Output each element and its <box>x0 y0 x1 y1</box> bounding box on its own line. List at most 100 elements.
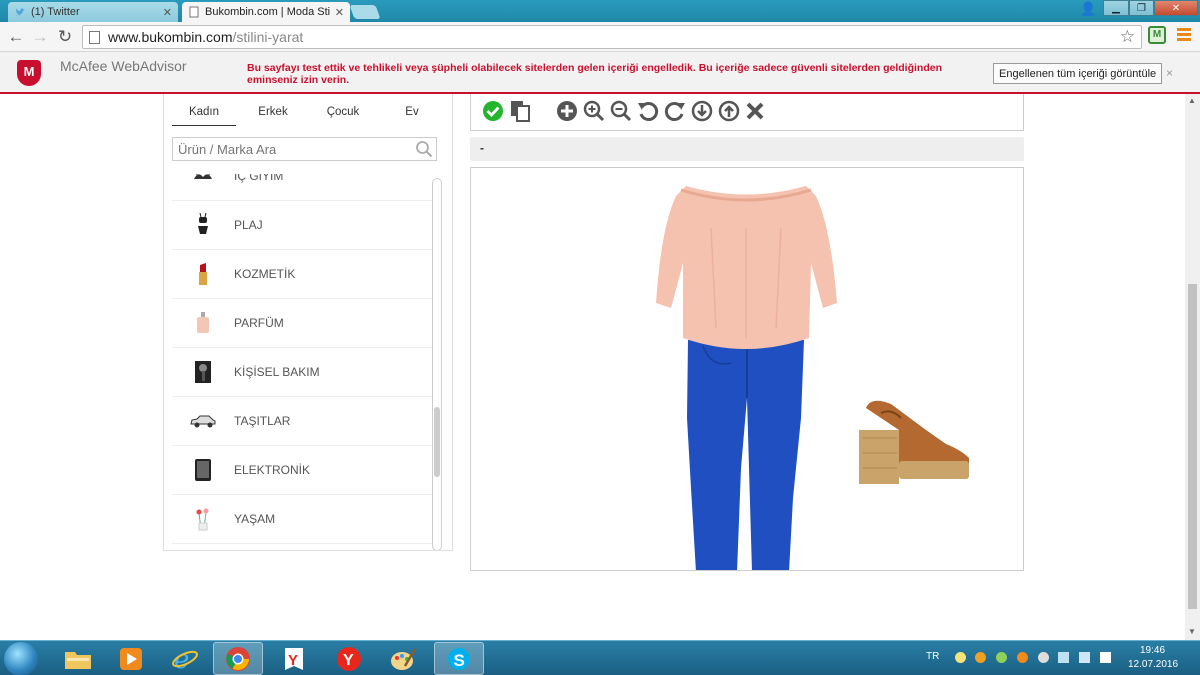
user-icon[interactable]: 👤 <box>1080 1 1096 17</box>
search-box <box>172 137 437 161</box>
tab-cocuk[interactable]: Çocuk <box>311 104 375 126</box>
list-item[interactable]: PARFÜM <box>172 299 432 348</box>
extension-icon[interactable]: M <box>1148 26 1166 44</box>
rotate-right-icon[interactable] <box>664 100 686 122</box>
mcafee-brand: McAfee WebAdvisor <box>60 58 187 74</box>
list-item[interactable]: ELEKTRONİK <box>172 446 432 495</box>
lingerie-icon <box>190 174 216 189</box>
tab-erkek[interactable]: Erkek <box>241 104 305 126</box>
mcafee-message: Bu sayfayı test ettik ve tehlikeli veya … <box>247 62 943 86</box>
list-item[interactable]: PLAJ <box>172 201 432 250</box>
search-input[interactable] <box>178 141 408 157</box>
explorer-icon[interactable] <box>53 642 103 675</box>
tablet-icon <box>190 457 216 483</box>
search-icon[interactable] <box>415 140 433 158</box>
mcafee-warning-bar: M McAfee WebAdvisor Bu sayfayı test etti… <box>0 52 1200 94</box>
check-icon[interactable] <box>482 100 504 122</box>
category-list: İÇ GİYİM PLAJ KOZMETİK PARFÜM KİŞİSEL BA… <box>172 174 432 550</box>
tab-bukombin[interactable]: Bukombin.com | Moda Sti ✕ <box>182 2 350 22</box>
scrollbar-thumb[interactable] <box>434 407 440 477</box>
perfume-icon <box>190 310 216 336</box>
bookmark-star-icon[interactable]: ☆ <box>1120 27 1135 47</box>
network-icon[interactable] <box>1058 652 1069 663</box>
browser-toolbar: ← → ↻ www.bukombin.com/stilini-yarat ☆ <box>0 22 1200 52</box>
svg-text:Y: Y <box>343 652 354 669</box>
move-up-icon[interactable] <box>718 100 740 122</box>
tab-ev[interactable]: Ev <box>380 104 444 126</box>
close-tab-icon[interactable]: ✕ <box>335 6 344 19</box>
tab-twitter[interactable]: (1) Twitter ✕ <box>8 2 178 22</box>
jeans-item[interactable] <box>687 340 804 571</box>
delete-icon[interactable] <box>744 100 766 122</box>
list-item[interactable]: KİŞİSEL BAKIM <box>172 348 432 397</box>
add-icon[interactable] <box>556 100 578 122</box>
skype-icon[interactable]: S <box>434 642 484 675</box>
outfit-caption[interactable]: - <box>470 137 1024 161</box>
category-label: KOZMETİK <box>234 267 296 281</box>
category-label: YAŞAM <box>234 512 276 526</box>
category-scrollbar[interactable] <box>432 178 442 550</box>
language-indicator[interactable]: TR <box>926 651 939 662</box>
yandex-icon[interactable]: Y <box>324 642 374 675</box>
chrome-icon[interactable] <box>213 642 263 675</box>
tray-app-icon[interactable] <box>996 652 1007 663</box>
action-center-flag-icon[interactable] <box>1100 652 1111 663</box>
close-window-button[interactable]: ✕ <box>1154 0 1198 16</box>
copy-icon[interactable] <box>509 100 531 122</box>
tray-app-icon[interactable] <box>1017 652 1028 663</box>
page-scrollbar[interactable]: ▲ ▼ <box>1185 94 1200 640</box>
editor-toolbar <box>470 94 1024 131</box>
media-player-icon[interactable] <box>106 642 156 675</box>
tray-app-icon[interactable] <box>975 652 986 663</box>
svg-text:S: S <box>454 651 465 670</box>
close-tab-icon[interactable]: ✕ <box>163 6 172 19</box>
move-down-icon[interactable] <box>691 100 713 122</box>
maximize-button[interactable]: ❐ <box>1129 0 1154 16</box>
page-icon <box>89 30 100 44</box>
forward-arrow-icon[interactable]: → <box>30 27 50 47</box>
sandal-item[interactable] <box>859 400 969 484</box>
address-bar[interactable]: www.bukombin.com/stilini-yarat ☆ <box>82 25 1142 49</box>
paint-icon[interactable] <box>378 642 428 675</box>
car-icon <box>190 408 216 434</box>
outfit-canvas[interactable] <box>470 167 1024 571</box>
hair-dryer-icon <box>190 359 216 385</box>
start-button[interactable] <box>4 642 38 675</box>
tab-kadin[interactable]: Kadın <box>172 104 236 126</box>
back-arrow-icon[interactable]: ← <box>6 27 26 47</box>
url-path: /stilini-yarat <box>232 29 304 45</box>
minimize-button[interactable]: ▁ <box>1103 0 1129 16</box>
tray-notification-icon[interactable] <box>955 652 966 663</box>
category-label: TAŞITLAR <box>234 414 291 428</box>
browser-tab-strip: (1) Twitter ✕ Bukombin.com | Moda Sti ✕ … <box>0 0 1200 22</box>
list-item[interactable]: İÇ GİYİM <box>172 174 432 201</box>
list-item[interactable]: TAŞITLAR <box>172 397 432 446</box>
mcafee-close-icon[interactable]: × <box>1166 66 1173 80</box>
zoom-in-icon[interactable] <box>583 100 605 122</box>
tab-title: (1) Twitter <box>31 6 80 18</box>
page-icon <box>189 6 199 18</box>
scroll-up-icon[interactable]: ▲ <box>1188 96 1196 105</box>
rotate-left-icon[interactable] <box>637 100 659 122</box>
scroll-down-icon[interactable]: ▼ <box>1188 627 1196 636</box>
url-host: www.bukombin.com <box>108 29 233 45</box>
volume-icon[interactable] <box>1079 652 1090 663</box>
tray-app-icon[interactable] <box>1038 652 1049 663</box>
browser-menu-icon[interactable] <box>1177 28 1191 43</box>
new-tab-button[interactable] <box>349 5 381 19</box>
blouse-item[interactable] <box>656 186 837 349</box>
list-item[interactable]: KOZMETİK <box>172 250 432 299</box>
clock-date[interactable]: 12.07.2016 <box>1128 659 1178 670</box>
clock-time[interactable]: 19:46 <box>1140 645 1165 656</box>
list-item[interactable]: YAŞAM <box>172 495 432 544</box>
category-label: PARFÜM <box>234 316 284 330</box>
yandex-browser-icon[interactable]: Y <box>269 642 319 675</box>
lipstick-icon <box>190 261 216 287</box>
show-blocked-content-button[interactable]: Engellenen tüm içeriği görüntüle <box>993 63 1163 84</box>
internet-explorer-icon[interactable]: e <box>160 642 210 675</box>
reload-icon[interactable]: ↻ <box>55 27 75 47</box>
category-label: İÇ GİYİM <box>234 174 284 183</box>
zoom-out-icon[interactable] <box>610 100 632 122</box>
flowers-icon <box>190 506 216 532</box>
page-scrollbar-thumb[interactable] <box>1188 284 1197 609</box>
